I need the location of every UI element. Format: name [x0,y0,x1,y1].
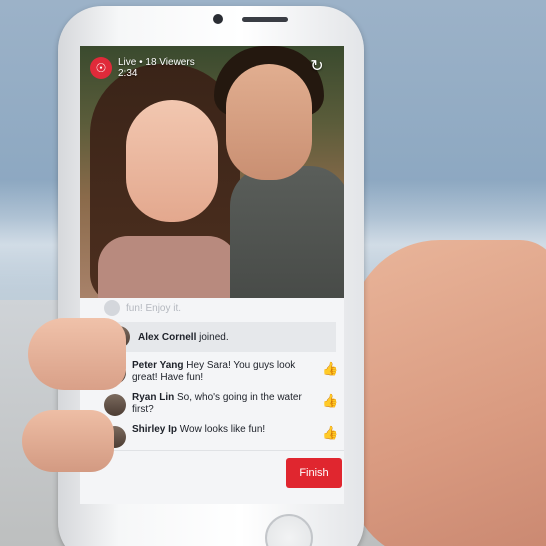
comment-text: Peter Yang Hey Sara! You guys look great… [132,360,308,384]
front-camera [213,14,223,24]
left-hand-thumb [28,318,126,390]
switch-camera-icon[interactable]: ↻ [306,56,328,78]
comment-message: Wow looks like fun! [177,424,266,435]
home-button[interactable] [265,514,313,546]
finish-button[interactable]: Finish [286,458,342,488]
comment-row: Shirley Ip Wow looks like fun! 👍 [104,424,340,448]
video-person-woman-shirt [98,236,238,298]
left-hand-finger [22,410,114,472]
joined-action: joined. [196,331,229,343]
comment-row: Peter Yang Hey Sara! You guys look great… [104,360,340,384]
faded-comment: fun! Enjoy it. [104,300,334,316]
scene: ☉ Live • 18 Viewers 2:34 ↻ fun! Enjoy it… [0,0,546,546]
like-icon[interactable]: 👍 [322,362,338,376]
earpiece-speaker [242,17,288,22]
live-status-bar: ☉ Live • 18 Viewers 2:34 [90,54,195,82]
live-info: Live • 18 Viewers 2:34 [118,57,195,79]
live-timer: 2:34 [118,68,138,79]
video-person-woman-face [126,100,218,222]
live-video: ☉ Live • 18 Viewers 2:34 ↻ [80,46,344,298]
comment-author[interactable]: Shirley Ip [132,424,177,435]
comment-text: Shirley Ip Wow looks like fun! [132,424,308,436]
like-icon[interactable]: 👍 [322,394,338,408]
video-person-man-shirt [230,166,344,298]
like-icon[interactable]: 👍 [322,426,338,440]
comment-row: Ryan Lin So, who's going in the water fi… [104,392,340,416]
comment-text: Ryan Lin So, who's going in the water fi… [132,392,308,416]
right-hand [350,240,546,546]
video-person-man-face [226,64,312,180]
live-viewers-text: Live • 18 Viewers [118,57,195,68]
avatar [104,394,126,416]
phone-screen: ☉ Live • 18 Viewers 2:34 ↻ fun! Enjoy it… [80,46,344,504]
faded-avatar [104,300,120,316]
joined-notice: Alex Cornell joined. [100,322,336,352]
comment-author[interactable]: Peter Yang [132,360,184,371]
comment-author[interactable]: Ryan Lin [132,392,174,403]
live-broadcast-icon: ☉ [90,57,112,79]
faded-comment-text: fun! Enjoy it. [126,302,182,314]
joined-name[interactable]: Alex Cornell [138,332,196,343]
